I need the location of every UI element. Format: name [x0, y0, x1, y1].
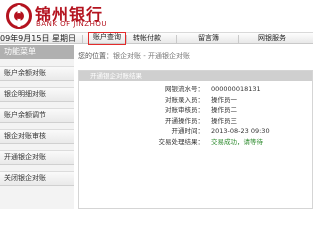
row-value: 操作员二 — [211, 106, 237, 114]
breadcrumb: 您的位置：银企对账 - 开通银企对账 — [78, 51, 190, 61]
nav-divider — [238, 35, 239, 43]
result-rows: 网银流水号： 000000018131 对账录入员： 操作员一 对账审核员： 操… — [79, 84, 313, 147]
nav-divider — [82, 35, 83, 43]
row-label: 网银流水号： — [165, 85, 204, 93]
table-row: 网银流水号： 000000018131 — [79, 84, 313, 95]
table-row: 开通操作员： 操作员三 — [79, 116, 313, 127]
top-nav: 09年9月15日 星期日 账户查询 转帐付款 留言簿 网银服务 — [0, 32, 313, 45]
row-label: 交易处理结果： — [158, 137, 205, 146]
sidebar-item-close-reconcile[interactable]: 关闭银企对账 — [0, 171, 74, 186]
row-label: 对账录入员： — [165, 95, 204, 104]
bank-logo-icon — [6, 3, 32, 29]
table-row: 交易处理结果： 交易成功，请等待 — [79, 137, 313, 148]
row-label: 开通时间： — [171, 127, 205, 135]
sidebar-menu: 账户余额对账 银企明细对账 账户余额调节 银企对账审核 开通银企对账 关闭银企对… — [0, 66, 74, 186]
nav-ebank-services[interactable]: 网银服务 — [258, 33, 286, 44]
nav-divider — [126, 35, 127, 43]
nav-transfer-payment[interactable]: 转帐付款 — [133, 33, 161, 44]
sidebar-item-reconcile-review[interactable]: 银企对账审核 — [0, 129, 74, 144]
breadcrumb-prefix: 您的位置： — [78, 52, 113, 60]
row-value: 交易成功，请等待 — [211, 137, 263, 146]
main-content: 您的位置：银企对账 - 开通银企对账 开通银企对账结果 网银流水号： 00000… — [76, 45, 313, 209]
bank-name-en: BANK OF JINZHOU — [36, 20, 107, 28]
row-value: 2013-08-23 09:30 — [211, 127, 270, 135]
sidebar-item-open-reconcile[interactable]: 开通银企对账 — [0, 150, 74, 165]
sidebar-title: 功能菜单 — [0, 45, 74, 59]
nav-guestbook[interactable]: 留言簿 — [198, 33, 219, 44]
panel-title: 开通银企对账结果 — [79, 71, 312, 81]
row-value: 000000018131 — [211, 85, 261, 93]
current-date: 09年9月15日 星期日 — [0, 34, 76, 43]
result-panel: 开通银企对账结果 网银流水号： 000000018131 对账录入员： 操作员一… — [78, 70, 313, 209]
header: 锦州银行 BANK OF JINZHOU — [0, 0, 313, 32]
row-value: 操作员一 — [211, 95, 237, 104]
sidebar: 功能菜单 账户余额对账 银企明细对账 账户余额调节 银企对账审核 开通银企对账 … — [0, 45, 74, 209]
page: 锦州银行 BANK OF JINZHOU 09年9月15日 星期日 账户查询 转… — [0, 0, 313, 209]
nav-account-query[interactable]: 账户查询 — [88, 32, 126, 45]
nav-divider — [176, 35, 177, 43]
row-label: 对账审核员： — [165, 106, 204, 114]
sidebar-item-balance-adjust[interactable]: 账户余额调节 — [0, 108, 74, 123]
table-row: 对账录入员： 操作员一 — [79, 95, 313, 106]
table-row: 对账审核员： 操作员二 — [79, 105, 313, 116]
breadcrumb-path: 银企对账 - 开通银企对账 — [113, 52, 190, 60]
table-row: 开通时间： 2013-08-23 09:30 — [79, 126, 313, 137]
sidebar-item-detail-reconcile[interactable]: 银企明细对账 — [0, 87, 74, 102]
sidebar-item-balance-reconcile[interactable]: 账户余额对账 — [0, 66, 74, 81]
row-value: 操作员三 — [211, 116, 237, 125]
row-label: 开通操作员： — [165, 116, 204, 125]
